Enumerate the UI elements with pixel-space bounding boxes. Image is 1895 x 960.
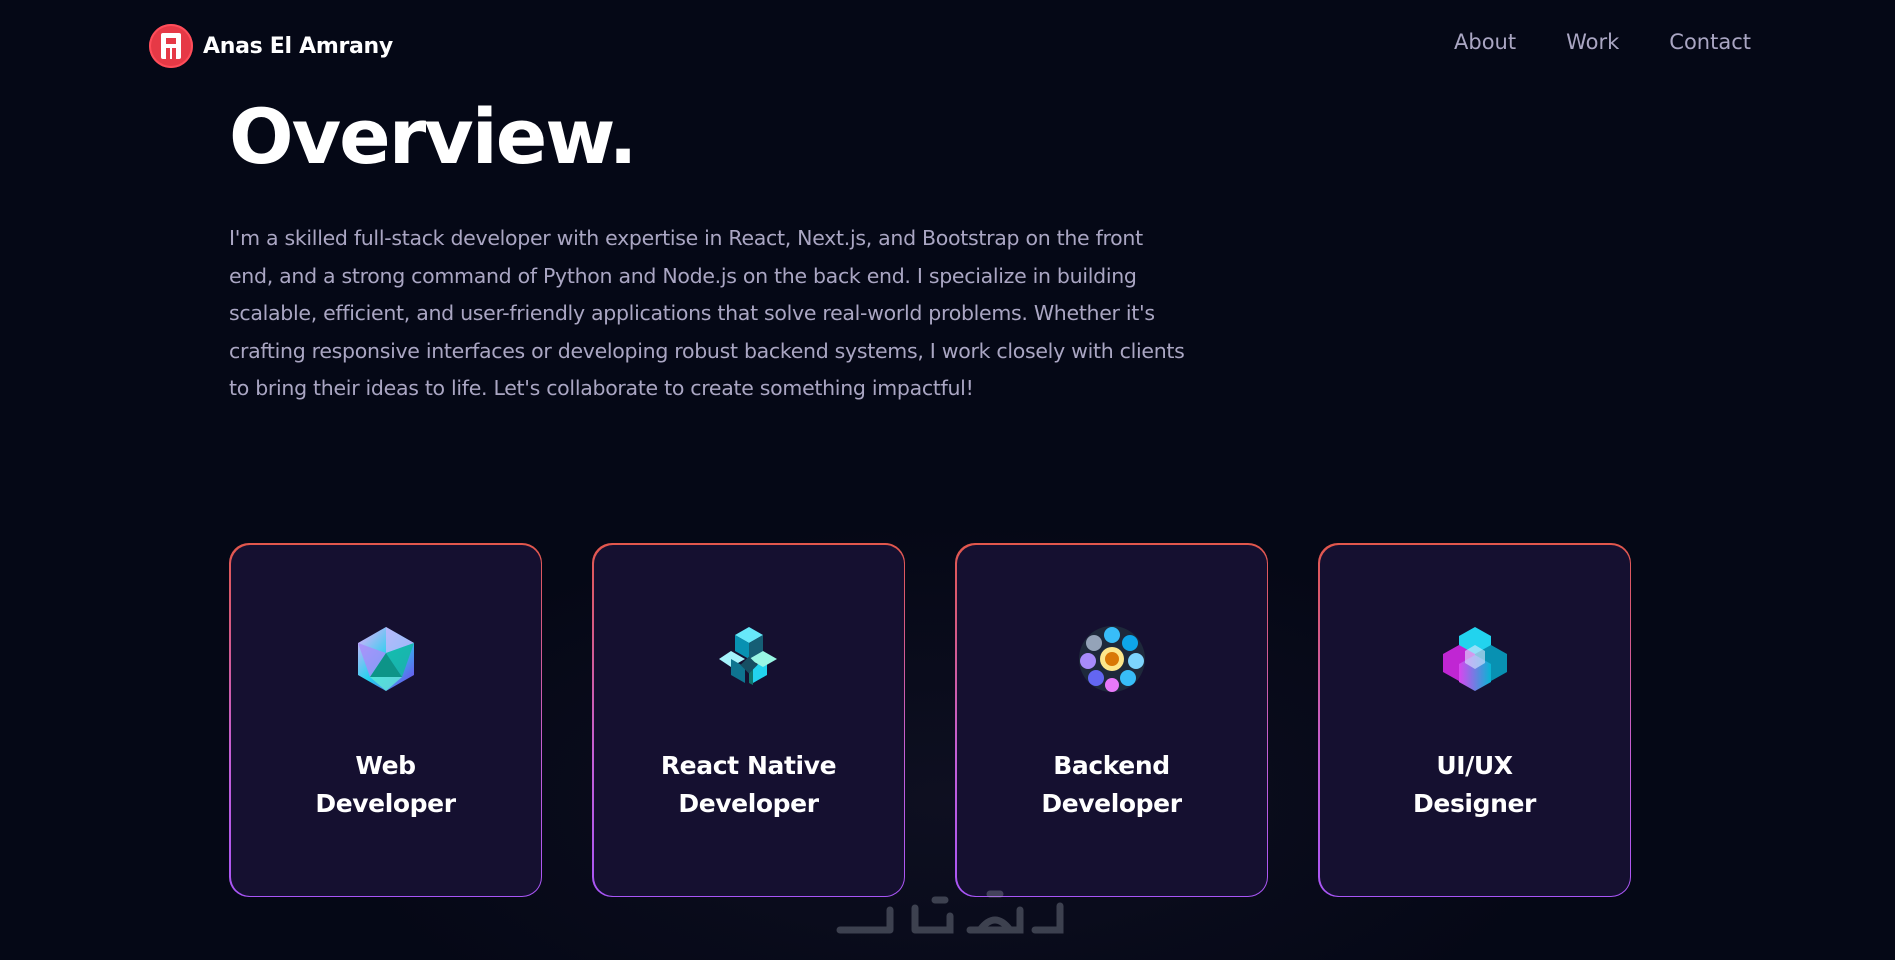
nav-link-work[interactable]: Work (1566, 30, 1619, 54)
service-title: Backend Developer (1041, 750, 1182, 818)
portfolio-page: Anas El Amrany About Work Contact Overvi… (0, 0, 1895, 960)
nav-link-about[interactable]: About (1454, 30, 1516, 54)
cube-lattice-icon (718, 626, 777, 685)
sphere-cluster-icon (1078, 625, 1145, 692)
service-title: Web Developer (315, 750, 456, 818)
nav-link-contact[interactable]: Contact (1669, 30, 1751, 54)
service-title: UI/UX Designer (1413, 750, 1536, 818)
nav-links: About Work Contact (1454, 30, 1751, 54)
logo-icon (149, 24, 193, 68)
icosahedron-icon (357, 626, 414, 691)
service-title: React Native Developer (660, 750, 837, 818)
watermark-logo (836, 890, 1064, 934)
service-card-react-native: React Native Developer (592, 543, 905, 897)
overview-description: I'm a skilled full-stack developer with … (229, 226, 1185, 400)
service-card-web: Web Developer (229, 543, 542, 897)
section-title: Overview. (229, 92, 638, 181)
navbar: Anas El Amrany About Work Contact (0, 0, 1895, 90)
service-cards: Web Developer React Native Developer Bac… (229, 543, 1631, 897)
brand-link[interactable]: Anas El Amrany (149, 24, 393, 68)
service-card-uiux: UI/UX Designer (1318, 543, 1631, 897)
service-card-backend: Backend Developer (955, 543, 1268, 897)
brand-name: Anas El Amrany (203, 33, 393, 59)
hexagon-cluster-icon (1442, 626, 1507, 691)
